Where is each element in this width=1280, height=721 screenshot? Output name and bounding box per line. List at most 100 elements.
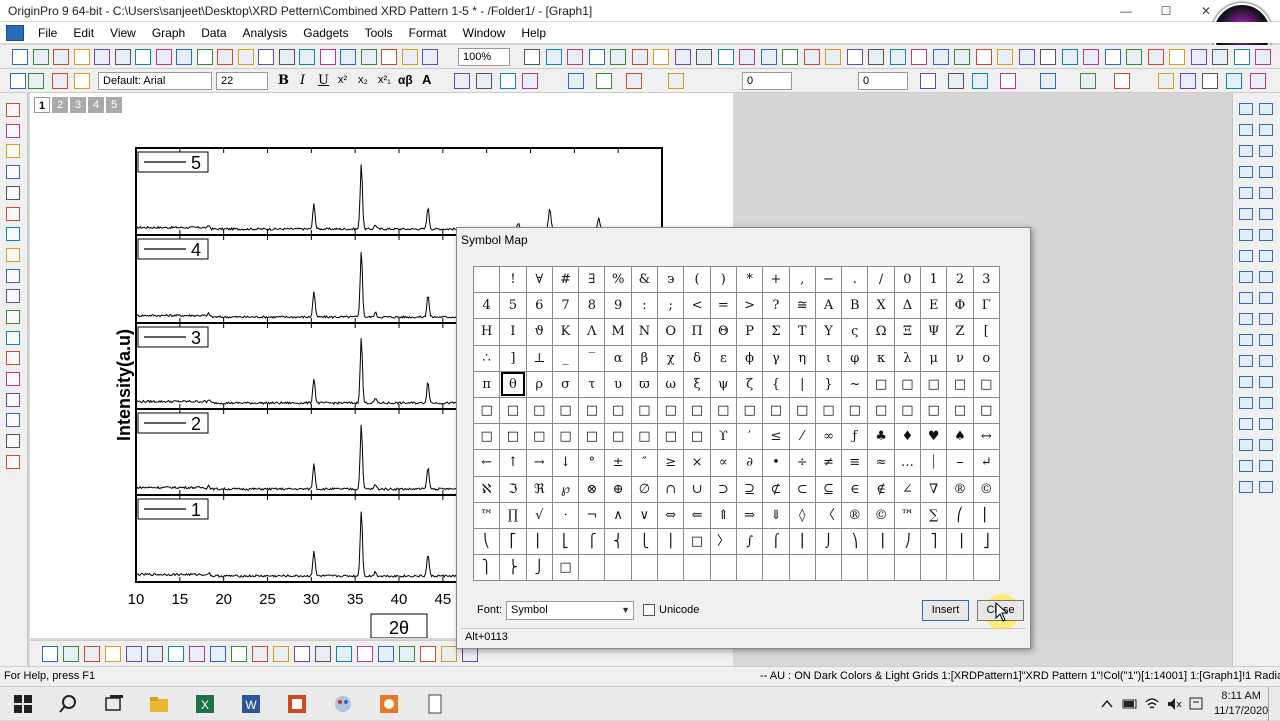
symbol-cell[interactable]: ι [814, 344, 843, 372]
symbol-cell[interactable]: ⏐ [920, 449, 948, 477]
symbol-cell[interactable]: □ [972, 370, 1000, 398]
symbol-cell[interactable]: = [709, 292, 737, 320]
symbol-cell[interactable]: + [762, 265, 790, 294]
symbol-cell[interactable]: □ [525, 423, 553, 451]
right-tool-icon[interactable] [1239, 208, 1253, 220]
right-tool-icon[interactable] [1259, 271, 1273, 283]
toolbar-button-icon[interactable] [825, 49, 841, 65]
symbol-cell[interactable]: Ψ [920, 318, 948, 346]
symbol-cell[interactable]: □ [893, 396, 922, 425]
symbol-cell[interactable]: ℜ [525, 475, 553, 503]
symbol-cell[interactable]: ⊕ [604, 475, 632, 503]
left-tool-icon[interactable] [6, 310, 20, 324]
symbol-cell[interactable]: μ [920, 344, 948, 372]
page-tab-4[interactable]: 4 [88, 97, 104, 113]
symbol-cell[interactable]: % [604, 265, 632, 294]
toolbar-button-icon[interactable] [589, 49, 605, 65]
toolbar-button-icon[interactable] [718, 49, 734, 65]
left-tool-icon[interactable] [6, 413, 20, 427]
symbol-cell[interactable]: Γ [972, 292, 1000, 320]
symbol-cell[interactable]: Ρ [735, 318, 764, 346]
symbol-cell[interactable]: Δ [893, 292, 922, 320]
toolbar-button-icon[interactable] [500, 73, 516, 89]
toolbar-button-icon[interactable] [976, 49, 992, 65]
toolbar-button-icon[interactable] [399, 646, 415, 662]
toolbar-button-icon[interactable] [84, 646, 100, 662]
symbol-cell[interactable]: * [735, 265, 764, 294]
symbol-cell[interactable]: 7 [551, 292, 580, 320]
superscript-button[interactable]: x² [338, 74, 347, 86]
symbol-cell[interactable]: ≠ [814, 449, 843, 477]
symbol-cell[interactable]: ο [972, 344, 1000, 372]
symbol-cell[interactable]: ⎯ [946, 449, 974, 477]
symbol-cell[interactable]: Ε [920, 292, 948, 320]
symbol-cell[interactable]: ρ [525, 370, 553, 398]
right-tool-icon[interactable] [1239, 460, 1253, 472]
show-desktop-divider[interactable] [1268, 687, 1269, 721]
symbol-cell[interactable]: Ι [499, 318, 527, 346]
symbol-cell[interactable]: φ [841, 344, 869, 372]
symbol-cell[interactable]: □ [551, 423, 580, 451]
right-tool-icon[interactable] [1239, 187, 1253, 199]
symbol-cell[interactable]: ⊗ [578, 475, 606, 503]
toolbar-button-icon[interactable] [546, 49, 562, 65]
right-tool-icon[interactable] [1259, 355, 1273, 367]
symbol-cell[interactable]: ! [499, 265, 527, 294]
right-tool-icon[interactable] [1259, 481, 1273, 493]
toolbar-button-icon[interactable] [147, 646, 163, 662]
symbol-cell[interactable]: ⎭ [525, 554, 553, 582]
symbol-cell[interactable]: ∪ [683, 475, 711, 503]
chevron-up-icon[interactable] [1100, 693, 1114, 715]
toolbar-button-icon[interactable] [1180, 73, 1196, 89]
symbol-cell[interactable]: Φ [946, 292, 974, 320]
symbol-cell[interactable]: □ [630, 396, 659, 425]
toolbar-button-icon[interactable] [1019, 49, 1035, 65]
toolbar-button-icon[interactable] [33, 49, 49, 65]
symbol-cell[interactable]: ν [946, 344, 974, 372]
toolbar-button-icon[interactable] [252, 646, 268, 662]
font-grow-button[interactable]: A [422, 72, 431, 87]
symbol-cell[interactable]: ⎛ [946, 501, 974, 529]
symbol-cell[interactable] [578, 554, 606, 582]
symbol-cell[interactable]: □ [683, 396, 711, 425]
file-explorer-icon[interactable] [148, 693, 170, 715]
left-tool-icon[interactable] [6, 103, 20, 117]
symbol-cell[interactable]: ∈ [841, 475, 869, 503]
toolbar-button-icon[interactable] [420, 646, 436, 662]
left-tool-icon[interactable] [6, 331, 20, 345]
toolbar-button-icon[interactable] [378, 646, 394, 662]
symbol-cell[interactable]: # [551, 265, 580, 294]
symbol-cell[interactable] [709, 554, 737, 582]
symbol-cell[interactable]: ⇑ [709, 501, 737, 529]
line-width-select[interactable]: 0 [742, 72, 792, 90]
symbol-cell[interactable]: ⌠ [762, 527, 790, 556]
menu-data[interactable]: Data [193, 26, 234, 40]
symbol-cell[interactable]: : [630, 292, 659, 320]
symbol-cell[interactable]: } [814, 370, 843, 398]
symbol-cell[interactable]: ∉ [867, 475, 895, 503]
right-tool-icon[interactable] [1259, 166, 1273, 178]
symbol-cell[interactable]: < [683, 292, 711, 320]
paint-icon[interactable] [332, 693, 354, 715]
toolbar-button-icon[interactable] [954, 49, 970, 65]
right-tool-icon[interactable] [1259, 418, 1273, 430]
right-tool-icon[interactable] [1239, 166, 1253, 178]
symbol-cell[interactable]: > [735, 292, 764, 320]
toolbar-button-icon[interactable] [210, 646, 226, 662]
toolbar-button-icon[interactable] [217, 49, 233, 65]
right-tool-icon[interactable] [1239, 376, 1253, 388]
symbol-cell[interactable]: 〉 [709, 527, 737, 556]
symbol-cell[interactable]: □ [867, 370, 895, 398]
symbol-cell[interactable]: □ [525, 396, 553, 425]
italic-button[interactable]: I [300, 73, 305, 88]
battery-icon[interactable] [1122, 693, 1138, 715]
symbol-cell[interactable]: ε [709, 344, 737, 372]
toolbar-button-icon[interactable] [115, 49, 131, 65]
toolbar-button-icon[interactable] [1148, 49, 1164, 65]
symbol-cell[interactable]: 3 [972, 265, 1000, 294]
symbol-cell[interactable]: ≥ [657, 449, 685, 477]
symbol-cell[interactable]: 〈 [814, 501, 843, 529]
symbol-cell[interactable]: ⌡ [814, 527, 843, 556]
symbol-cell[interactable]: □ [709, 396, 737, 425]
symbol-cell[interactable]: κ [867, 344, 895, 372]
